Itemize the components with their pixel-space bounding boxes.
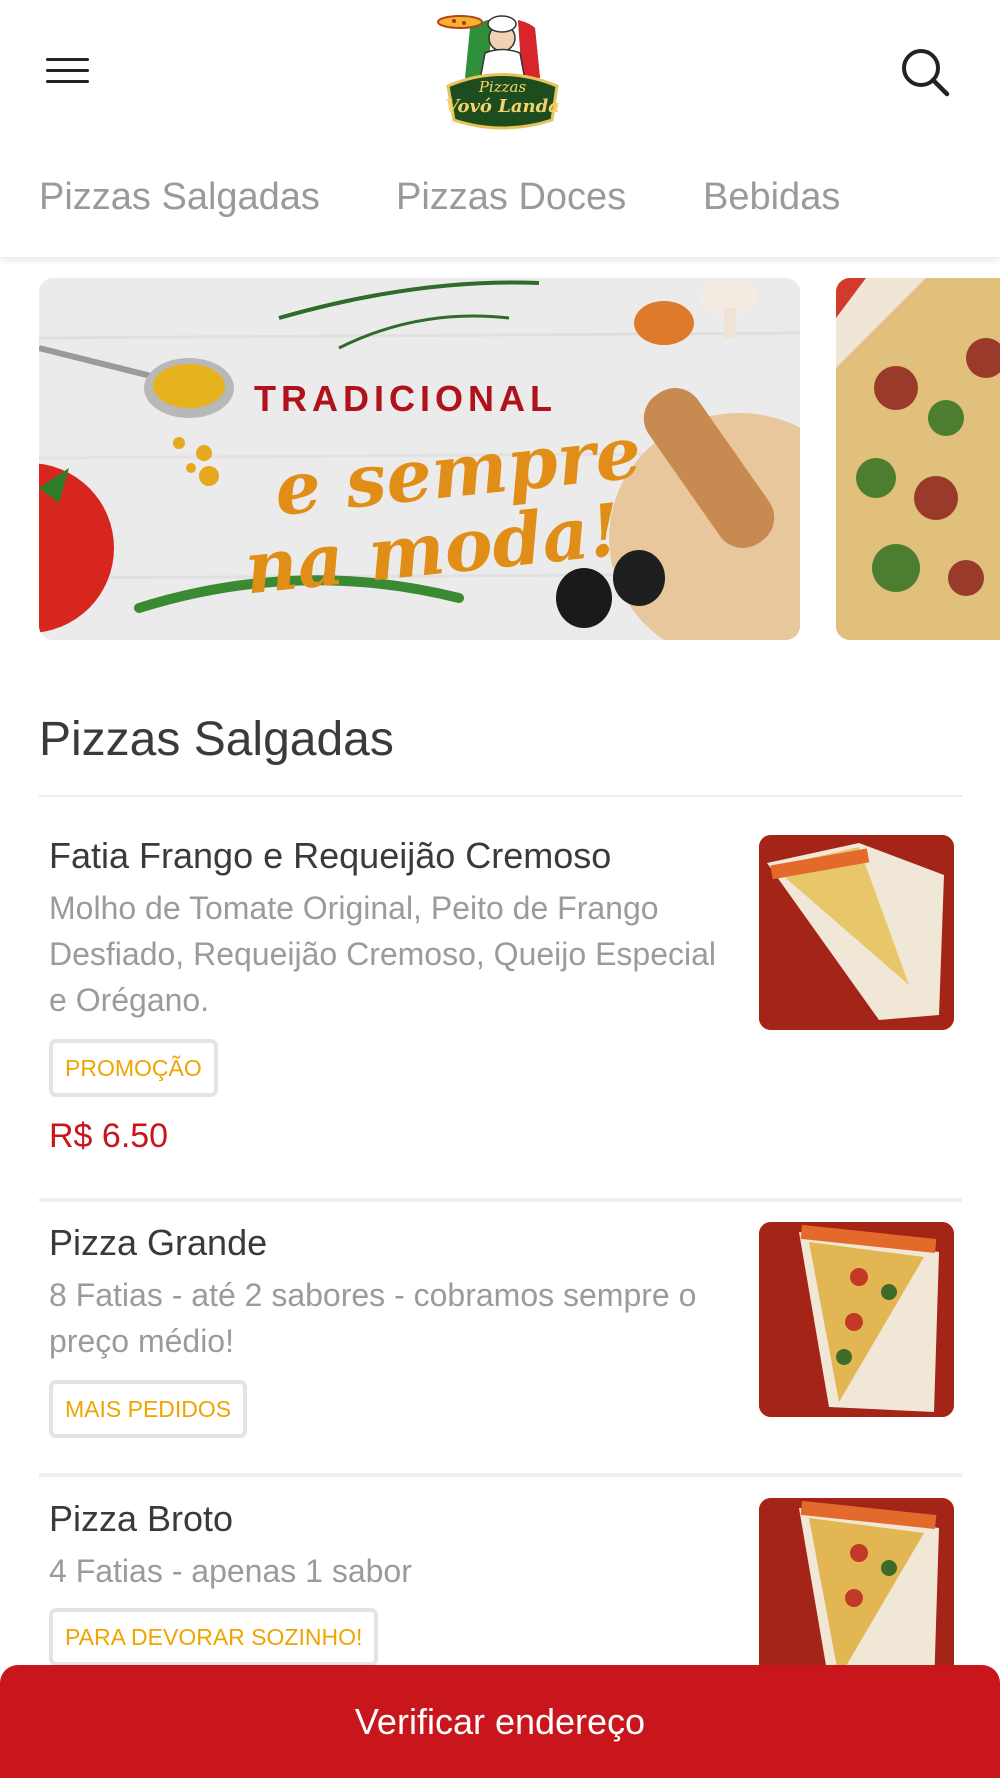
item-divider [39,1473,962,1477]
item-price: R$ 6.50 [49,1117,169,1155]
logo[interactable]: Pizzas Vovó Landa [430,8,575,134]
logo-text-line2: Vovó Landa [445,96,560,117]
item-divider [39,1198,962,1202]
item-name: Fatia Frango e Requeijão Cremoso [49,835,612,876]
item-name: Pizza Grande [49,1222,268,1263]
item-badge: PROMOÇÃO [49,1039,218,1097]
menu-item[interactable]: Pizza Broto 4 Fatias - apenas 1 sabor PA… [39,1498,962,1693]
item-image [759,1498,954,1693]
banner-tradicional[interactable]: TRADICIONAL e sempre na moda! [39,278,800,640]
category-tabs: Pizzas Salgadas Pizzas Doces Bebidas [0,140,1000,258]
tab-pizzas-salgadas[interactable]: Pizzas Salgadas [39,176,320,219]
search-icon[interactable] [895,42,957,104]
menu-item[interactable]: Pizza Grande 8 Fatias - até 2 sabores - … [39,1222,962,1462]
section-divider [39,795,962,797]
item-description: Molho de Tomate Original, Peito de Frang… [49,890,717,1018]
banner-title: TRADICIONAL [254,378,557,419]
item-image [759,1222,954,1417]
item-badge: MAIS PEDIDOS [49,1380,248,1438]
verify-address-button[interactable]: Verificar endereço [0,1665,1000,1778]
menu-icon[interactable] [40,45,95,95]
item-image [759,835,954,1030]
banner-next-illustration [836,278,1000,640]
banner-carousel[interactable]: TRADICIONAL e sempre na moda! [0,278,1000,640]
tab-pizzas-doces[interactable]: Pizzas Doces [396,176,626,219]
item-description: 8 Fatias - até 2 sabores - cobramos semp… [49,1277,697,1359]
item-description: 4 Fatias - apenas 1 sabor [49,1553,412,1589]
item-badge: PARA DEVORAR SOZINHO! [49,1608,379,1666]
item-name: Pizza Broto [49,1498,234,1539]
app-header: Pizzas Vovó Landa [0,0,1000,140]
tab-bebidas[interactable]: Bebidas [703,176,840,219]
banner-next-pizza[interactable] [836,278,1000,640]
menu-item[interactable]: Fatia Frango e Requeijão Cremoso Molho d… [39,835,962,1175]
logo-text-line1: Pizzas [478,78,527,96]
section-title: Pizzas Salgadas [39,713,394,766]
